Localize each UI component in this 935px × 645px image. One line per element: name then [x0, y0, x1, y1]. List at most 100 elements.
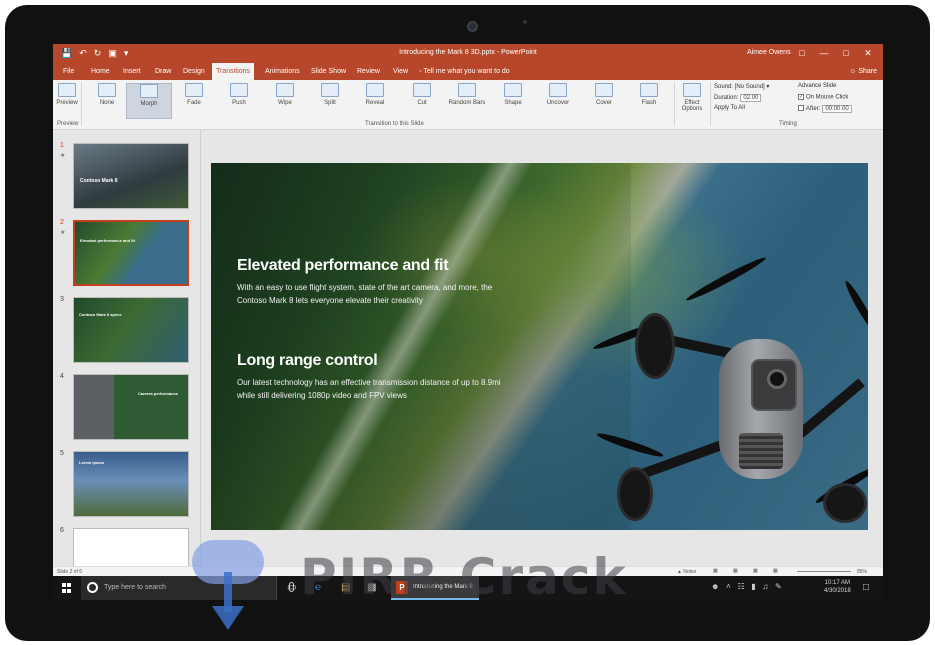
- checkmark-icon: ✓: [798, 94, 804, 100]
- tab-transitions[interactable]: Transitions: [212, 63, 254, 80]
- transition-label: Morph: [140, 101, 158, 107]
- tab-design[interactable]: Design: [179, 63, 209, 80]
- task-view-icon[interactable]: ▭: [287, 581, 296, 595]
- clock-date: 4/30/2018: [824, 588, 851, 594]
- user-name[interactable]: Aimee Owens: [747, 49, 791, 56]
- minimize-button[interactable]: —: [813, 46, 835, 60]
- screen: 💾 ↶ ↻ ▣ ▾ Introducing the Mark 8 3D.pptx…: [53, 44, 883, 600]
- cover-icon: [595, 83, 613, 97]
- thumbnail-title: Contoso Mark 8: [80, 178, 118, 184]
- thumbnail-slide-4[interactable]: Camera performance: [73, 374, 189, 440]
- transition-label: Cut: [417, 100, 427, 106]
- transition-label: Split: [324, 100, 336, 106]
- ribbon-tabs: File Home Insert Draw Design Transitions…: [53, 63, 883, 80]
- notifications-icon[interactable]: □: [863, 581, 869, 595]
- duration-value[interactable]: 02.00: [740, 94, 762, 102]
- slideshow-view-icon[interactable]: ▦: [773, 568, 778, 574]
- sound-dropdown[interactable]: Sound: [No Sound] ▾: [714, 83, 769, 90]
- divider: [81, 82, 82, 126]
- zoom-slider[interactable]: [797, 571, 851, 572]
- chevron-up-icon[interactable]: ˄: [726, 582, 731, 591]
- group-label-preview: Preview: [57, 121, 79, 127]
- thumbnail-number: 1: [60, 142, 64, 149]
- slide-body-1[interactable]: With an easy to use flight system, state…: [237, 282, 507, 307]
- after-checkbox[interactable]: After: 00:00.00: [798, 105, 852, 113]
- transition-split[interactable]: Split: [309, 83, 351, 106]
- tab-view[interactable]: View: [389, 63, 412, 80]
- transition-fade[interactable]: Fade: [173, 83, 215, 106]
- reading-view-icon[interactable]: ▦: [753, 568, 758, 574]
- battery-icon[interactable]: ▮: [751, 582, 755, 591]
- start-button[interactable]: [62, 583, 72, 593]
- none-icon: [98, 83, 116, 97]
- preview-button[interactable]: Preview: [55, 83, 79, 106]
- transition-label: Fade: [187, 100, 201, 106]
- transition-label: Random Bars: [448, 100, 486, 106]
- transition-cover[interactable]: Cover: [583, 83, 625, 106]
- transition-shape[interactable]: Shape: [492, 83, 534, 106]
- drone-arm: [797, 378, 865, 438]
- slide-body-2[interactable]: Our latest technology has an effective t…: [237, 377, 507, 402]
- duration-field[interactable]: Duration: 02.00: [714, 94, 762, 102]
- transition-morph[interactable]: Morph: [126, 83, 172, 119]
- on-mouse-click-checkbox[interactable]: ✓ On Mouse Click: [798, 94, 848, 101]
- thumbnail-title: Contoso Mark 8 specs: [79, 312, 122, 317]
- tab-slide-show[interactable]: Slide Show: [307, 63, 350, 80]
- watermark-logo: [186, 536, 272, 636]
- checkbox-icon: [798, 105, 804, 112]
- after-value[interactable]: 00:00.00: [822, 105, 852, 113]
- tell-me-text: Tell me what you want to do: [423, 68, 510, 75]
- tab-home[interactable]: Home: [87, 63, 114, 80]
- zoom-level[interactable]: 85%: [857, 569, 867, 575]
- thumbnail-number: 6: [60, 527, 64, 534]
- slide-heading-2[interactable]: Long range control: [237, 352, 378, 370]
- thumbnail-title: Camera performance: [138, 391, 179, 396]
- slide-sorter-icon[interactable]: ▦: [733, 568, 738, 574]
- transition-reveal[interactable]: Reveal: [354, 83, 396, 106]
- thumbnail-slide-6[interactable]: [73, 528, 189, 568]
- volume-icon[interactable]: ♫: [762, 582, 768, 591]
- normal-view-icon[interactable]: ▦: [713, 568, 718, 574]
- transition-none[interactable]: None: [86, 83, 128, 106]
- slide-heading-1[interactable]: Elevated performance and fit: [237, 257, 449, 275]
- slide-thumbnails-pane: 1 ★ Contoso Mark 8 2 ★ Elevated performa…: [53, 130, 201, 568]
- main-slide-canvas[interactable]: Elevated performance and fit With an eas…: [211, 163, 868, 530]
- effect-options-button[interactable]: Effect Options: [677, 83, 707, 112]
- cut-icon: [413, 83, 431, 97]
- thumbnail-number: 3: [60, 296, 64, 303]
- tell-me-box[interactable]: ◦ Tell me what you want to do: [415, 63, 514, 80]
- people-icon[interactable]: ☻: [711, 582, 719, 591]
- transition-cut[interactable]: Cut: [401, 83, 443, 106]
- clock[interactable]: 10:17 AM 4/30/2018: [824, 579, 851, 595]
- notes-icon: ▲: [677, 569, 682, 575]
- network-icon[interactable]: ☷: [737, 582, 744, 591]
- reveal-icon: [366, 83, 384, 97]
- camera-lens: [767, 369, 787, 389]
- thumbnail-slide-3[interactable]: Contoso Mark 8 specs: [73, 297, 189, 363]
- tab-review[interactable]: Review: [353, 63, 384, 80]
- tab-animations[interactable]: Animations: [261, 63, 304, 80]
- transition-wipe[interactable]: Wipe: [264, 83, 306, 106]
- maximize-button[interactable]: □: [835, 46, 857, 60]
- transition-push[interactable]: Push: [218, 83, 260, 106]
- watermark-text: PIRR Crack: [300, 548, 628, 606]
- apply-to-all-button[interactable]: Apply To All: [714, 105, 745, 111]
- transition-label: Cover: [595, 100, 612, 106]
- duration-label: Duration:: [714, 95, 739, 101]
- thumbnail-slide-2[interactable]: Elevated performance and fit: [73, 220, 189, 286]
- pen-icon[interactable]: ✎: [775, 582, 782, 591]
- share-button[interactable]: ☺ Share: [849, 63, 877, 80]
- thumbnail-slide-5[interactable]: Lorem ipsum: [73, 451, 189, 517]
- close-button[interactable]: ✕: [857, 46, 879, 60]
- thumbnail-number: 4: [60, 373, 64, 380]
- transition-uncover[interactable]: Uncover: [537, 83, 579, 106]
- thumbnail-slide-1[interactable]: Contoso Mark 8: [73, 143, 189, 209]
- drone-motor: [635, 313, 675, 379]
- ribbon-display-icon[interactable]: □: [791, 46, 813, 60]
- tab-file[interactable]: File: [59, 63, 78, 80]
- notes-button[interactable]: ▲ Notes: [677, 569, 696, 575]
- transition-flash[interactable]: Flash: [628, 83, 670, 106]
- tab-insert[interactable]: Insert: [119, 63, 145, 80]
- tab-draw[interactable]: Draw: [151, 63, 175, 80]
- transition-random-bars[interactable]: Random Bars: [445, 83, 489, 106]
